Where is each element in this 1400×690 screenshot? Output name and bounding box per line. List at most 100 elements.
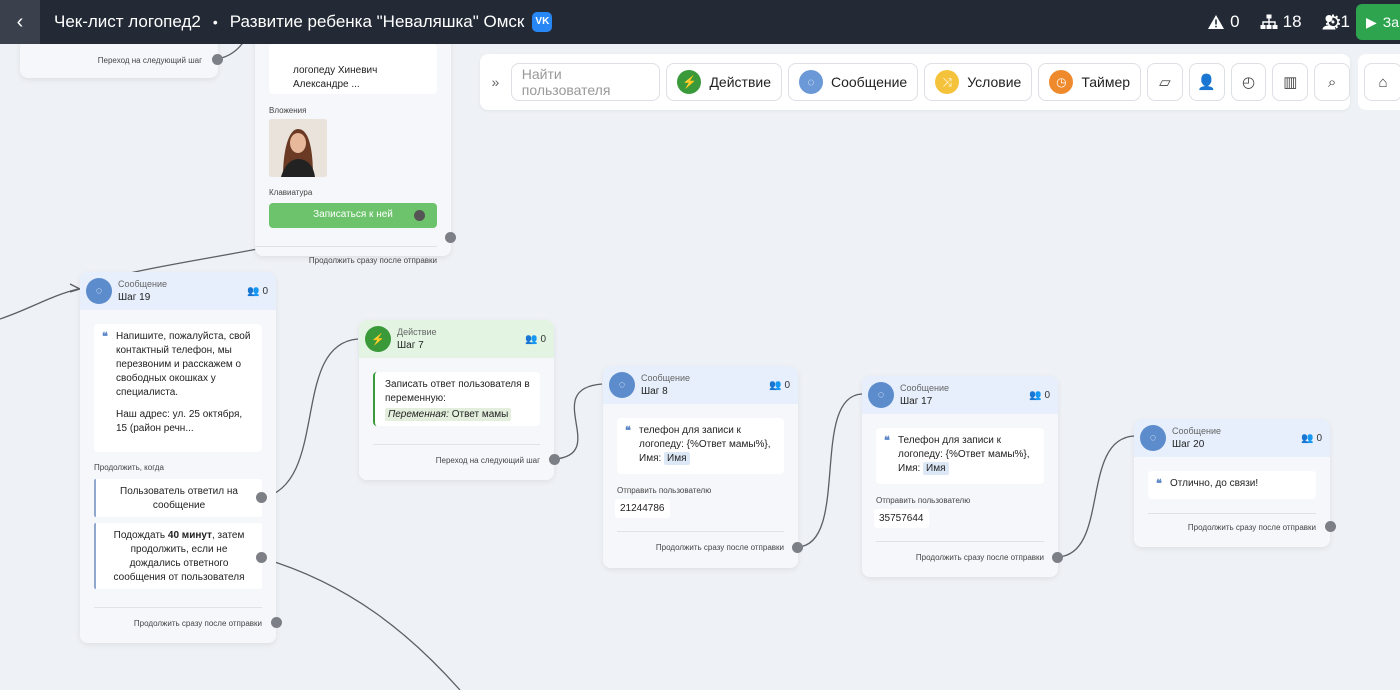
add-user-button[interactable]: 👤 [1188,63,1225,101]
users-icon: 👥 [247,286,260,297]
top-mid-output-port[interactable] [445,232,456,243]
node-user-count: 👥 0 [1029,390,1050,401]
add-condition-label: Условие [967,74,1022,90]
note-button[interactable]: ▱ [1147,63,1183,101]
timer-icon: ◷ [1049,70,1074,94]
message-text-p2: Наш адрес: ул. 25 октября, 15 (район реч… [116,409,243,434]
variable-label: Переменная: [388,409,449,420]
node-header: ⚡ Действие Шаг 7 👥 0 [359,320,554,358]
link-step8-to-step17 [797,393,863,548]
shuffle-icon: ⤨ [935,70,960,94]
double-chevron-icon: » [491,74,500,90]
node-type: Сообщение [1172,426,1221,436]
node-footer: Переход на следующий шаг [435,456,540,465]
history-button[interactable]: ◴ [1230,63,1267,101]
step19-timeout-port[interactable] [256,552,267,563]
node-user-count: 👥 0 [247,286,268,297]
user-search-input[interactable]: Найти пользователя [510,63,661,101]
chevron-left-icon: ‹ [16,10,24,33]
add-message-button[interactable]: ◌ Сообщение [788,63,919,101]
keyboard-label: Клавиатура [269,188,313,197]
condition-replied[interactable]: Пользователь ответил на сообщение [94,479,262,517]
warnings-stat[interactable]: 0 [1207,12,1240,32]
collapse-toolbar-button[interactable]: » [486,74,505,90]
step19-output-port[interactable] [271,617,282,628]
settings-button[interactable]: ⚙ [1324,10,1342,35]
condition-replied-text: Пользователь ответил на сообщение [120,486,238,511]
portrait-image [269,119,327,177]
name-variable-tag: Имя [923,462,949,475]
link-left-to-step19 [0,288,79,320]
message-bubble: ❝ Отлично, до связи! [1148,471,1316,499]
message-bubble: ❝ Напишите, пожалуйста, свой контактный … [94,324,262,452]
node-header: ◌ Сообщение Шаг 19 👥 0 [80,272,276,310]
step20-output-port[interactable] [1325,521,1336,532]
condition-timeout[interactable]: Подождать 40 минут, затем продолжить, ес… [94,523,262,589]
lightning-icon: ⚡ [677,70,702,94]
output-port[interactable] [212,54,223,65]
steps-stat[interactable]: 18 [1260,12,1302,32]
node-user-count-value: 0 [540,334,546,345]
node-step-7[interactable]: ⚡ Действие Шаг 7 👥 0 Записать ответ поль… [359,320,554,480]
footer-divider [617,531,784,532]
users-count: 1 [1340,12,1350,31]
attachment-image[interactable] [269,119,327,177]
play-icon: ▶ [1366,13,1377,30]
variable-row: Переменная: Ответ мамы [385,408,532,422]
step8-output-port[interactable] [792,542,803,553]
send-to-label: Отправить пользователю [617,486,712,495]
search-button[interactable]: ⌕ [1314,63,1351,101]
stats-button[interactable]: ▥ [1272,63,1309,101]
flow-canvas[interactable]: » Найти пользователя ⚡ Действие ◌ Сообще… [0,44,1400,690]
node-header: ◌ Сообщение Шаг 20 👥 0 [1134,419,1330,457]
node-user-count-value: 0 [1044,390,1050,401]
node-step-20[interactable]: ◌ Сообщение Шаг 20 👥 0 ❝ Отлично, до свя… [1134,419,1330,547]
run-button[interactable]: ▶ За [1356,4,1400,40]
users-icon: 👥 [1301,433,1314,444]
variable-tag: Переменная: Ответ мамы [385,408,512,421]
add-timer-button[interactable]: ◷ Таймер [1038,63,1142,101]
message-bubble: ❝ Телефон для записи к логопеду: {%Ответ… [876,428,1044,484]
keyboard-button[interactable]: Записаться к ней [269,203,437,228]
footer-divider [373,444,540,445]
add-condition-button[interactable]: ⤨ Условие [924,63,1033,101]
node-toolbar: » Найти пользователя ⚡ Действие ◌ Сообще… [480,54,1351,110]
clock-icon: ◴ [1241,74,1256,91]
home-button[interactable]: ⌂ [1364,63,1400,101]
page-title: Чек-лист логопед2 • Развитие ребенка "Не… [54,12,553,32]
button-port[interactable] [414,210,425,221]
node-footer: Продолжить сразу после отправки [133,619,262,628]
node-footer: Продолжить сразу после отправки [308,256,437,265]
lightning-icon: ⚡ [365,326,391,352]
bot-name: Чек-лист логопед2 [54,12,201,31]
node-user-count-value: 0 [784,380,790,391]
node-top-mid[interactable]: логопеду Хиневич Александре ... Вложения… [255,44,451,265]
name-variable-tag: Имя [664,452,690,465]
step17-output-port[interactable] [1052,552,1063,563]
link-step17-to-step20 [1057,435,1135,558]
add-timer-label: Таймер [1081,74,1131,90]
vk-icon[interactable]: VK [532,12,553,32]
quote-icon: ❝ [884,435,890,447]
message-text: Телефон для записи к логопеду: {%Ответ м… [898,435,1030,474]
chat-bubble-icon: ◌ [868,382,894,408]
node-top-left[interactable]: Переход на следующий шаг [20,44,223,78]
node-body: Записать ответ пользователя в переменную… [359,358,554,480]
node-step-19[interactable]: ◌ Сообщение Шаг 19 👥 0 ❝ Напишите, пожал… [80,272,276,643]
message-text: телефон для записи к логопеду: {%Ответ м… [639,425,771,464]
node-name: Шаг 17 [900,396,933,407]
node-name: Шаг 20 [1172,439,1205,450]
back-button[interactable]: ‹ [0,0,40,44]
node-user-count-value: 0 [1316,433,1322,444]
step7-output-port[interactable] [549,454,560,465]
users-icon: 👥 [525,334,538,345]
node-step-17[interactable]: ◌ Сообщение Шаг 17 👥 0 ❝ Телефон для зап… [862,376,1058,577]
variable-value: Ответ мамы [451,409,509,420]
step19-replied-port[interactable] [256,492,267,503]
node-body: ❝ телефон для записи к логопеду: {%Ответ… [603,404,798,568]
node-step-8[interactable]: ◌ Сообщение Шаг 8 👥 0 ❝ телефон для запи… [603,366,798,568]
quote-icon: ❝ [625,425,631,437]
quote-icon: ❝ [102,331,108,343]
add-action-button[interactable]: ⚡ Действие [666,63,782,101]
send-to-label: Отправить пользователю [876,496,971,505]
